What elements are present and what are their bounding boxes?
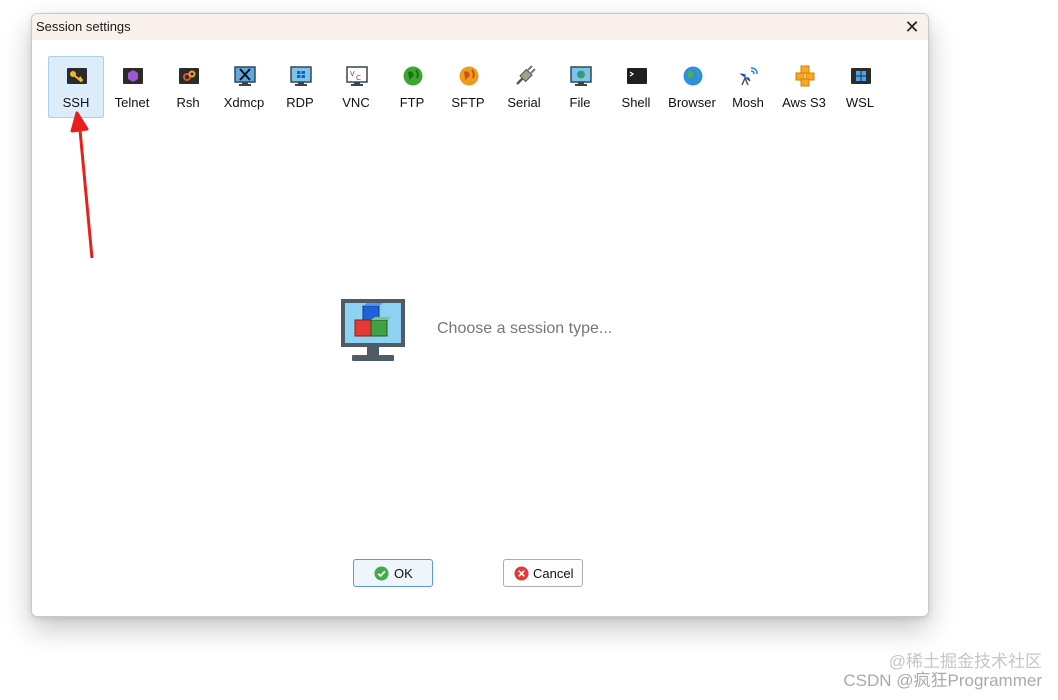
close-button[interactable]: ✕	[902, 17, 922, 37]
wsl-windows-icon	[851, 68, 871, 84]
vnc-icon: V C	[346, 66, 368, 86]
choose-session-hint: Choose a session type...	[437, 320, 613, 337]
ok-button[interactable]: OK	[353, 559, 433, 587]
ftp-globe-icon	[403, 66, 423, 86]
session-type-browser[interactable]: Browser	[664, 56, 720, 118]
session-type-telnet[interactable]: Telnet	[104, 56, 160, 118]
dialog-title: Session settings	[36, 19, 131, 34]
svg-text:V: V	[350, 70, 355, 78]
sftp-globe-icon	[459, 66, 479, 86]
serial-plug-icon	[516, 65, 536, 85]
session-type-sftp[interactable]: SFTP	[440, 56, 496, 118]
session-type-ssh[interactable]: SSH	[48, 56, 104, 118]
browser-globe-icon	[683, 66, 703, 86]
cancel-button-label: Cancel	[533, 566, 574, 581]
cancel-button[interactable]: Cancel	[503, 559, 583, 587]
svg-text:C: C	[356, 74, 361, 82]
session-type-ftp[interactable]: FTP	[384, 56, 440, 118]
shell-terminal-icon	[627, 68, 647, 84]
session-type-wsl[interactable]: WSL	[832, 56, 888, 118]
session-type-file[interactable]: File	[552, 56, 608, 118]
rsh-icon	[179, 68, 199, 84]
key-icon	[67, 68, 87, 84]
session-type-rsh[interactable]: Rsh	[160, 56, 216, 118]
rdp-icon	[290, 66, 312, 86]
session-type-label: WSL	[845, 95, 875, 110]
session-type-shell[interactable]: Shell	[608, 56, 664, 118]
telnet-icon	[123, 68, 143, 84]
session-type-xdmcp[interactable]: Xdmcp	[216, 56, 272, 118]
title-bar: Session settings ✕	[32, 14, 928, 40]
session-type-vnc[interactable]: V C VNC	[328, 56, 384, 118]
session-type-serial[interactable]: Serial	[496, 56, 552, 118]
watermark: @稀土掘金技术社区 CSDN @疯狂Programmer	[843, 652, 1042, 690]
check-circle-icon	[374, 566, 389, 581]
file-monitor-icon	[570, 66, 592, 86]
ok-button-label: OK	[394, 566, 413, 581]
session-settings-dialog: Session settings ✕ SSH Telnet Rsh Xdmcp …	[31, 13, 929, 617]
watermark-line-2: CSDN @疯狂Programmer	[843, 671, 1042, 690]
mosh-satellite-icon	[739, 67, 758, 86]
aws-s3-cubes-icon	[795, 65, 815, 87]
session-type-mosh[interactable]: Mosh	[720, 56, 776, 118]
session-type-aws-s3[interactable]: Aws S3	[776, 56, 832, 118]
xdmcp-icon	[234, 66, 256, 86]
monitor-cubes-icon	[341, 299, 405, 361]
cancel-x-circle-icon	[514, 566, 529, 581]
watermark-line-1: @稀土掘金技术社区	[888, 652, 1042, 671]
session-type-rdp[interactable]: RDP	[272, 56, 328, 118]
